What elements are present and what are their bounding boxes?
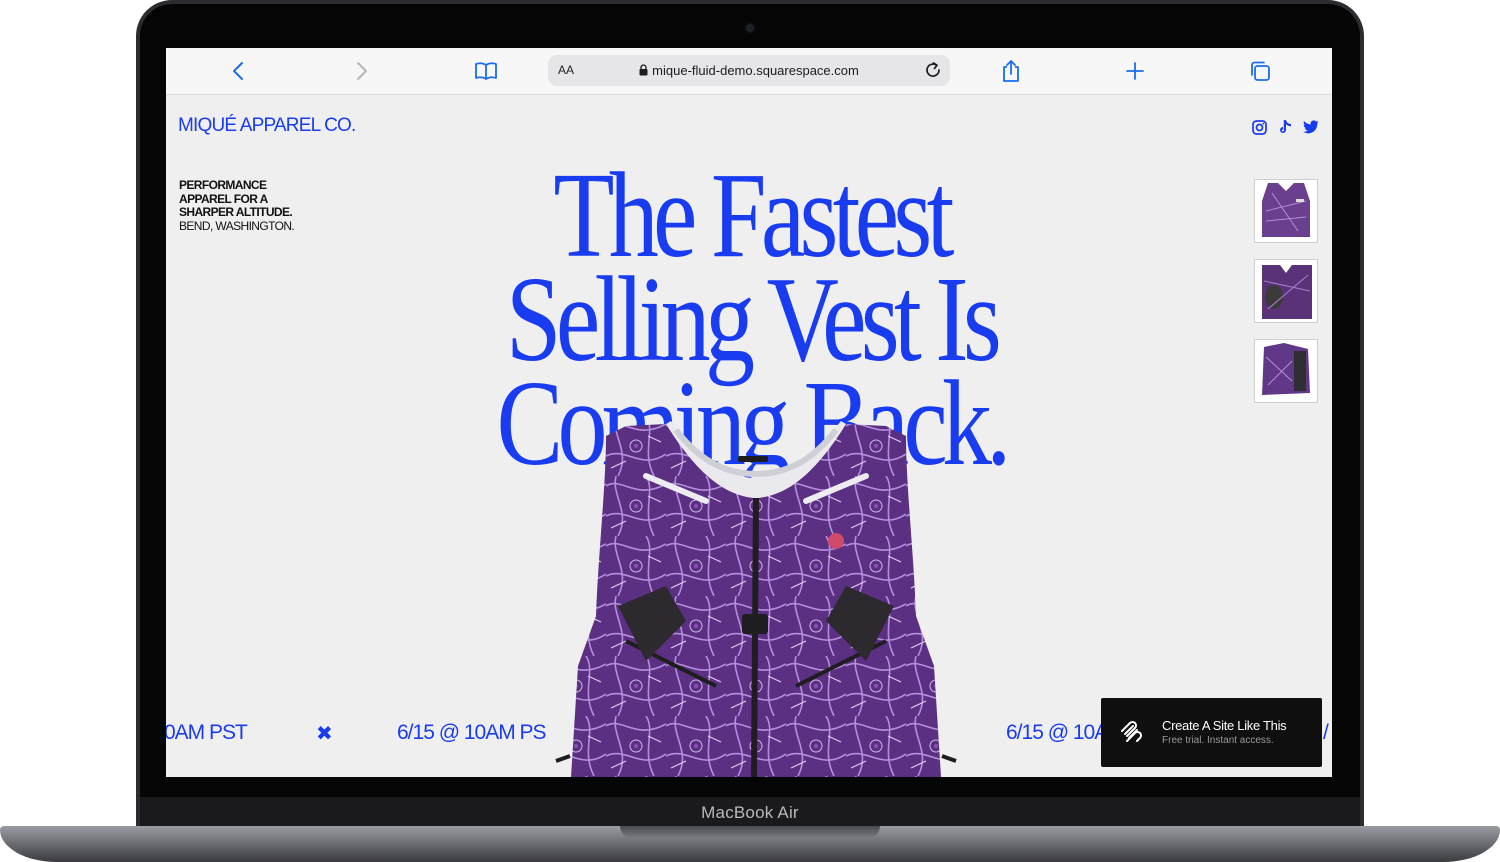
vest-thumbnail-image <box>1262 183 1310 237</box>
url-text: mique-fluid-demo.squarespace.com <box>652 63 859 78</box>
social-links <box>1250 118 1320 136</box>
ticker-item: 6/15 @ 10A <box>1006 721 1108 744</box>
squarespace-promo-banner[interactable]: Create A Site Like This Free trial. Inst… <box>1101 698 1322 767</box>
book-icon[interactable] <box>473 58 499 84</box>
vest-thumbnail-image <box>1262 343 1310 395</box>
plus-icon[interactable] <box>1122 58 1148 84</box>
chevron-right-icon[interactable] <box>349 58 375 84</box>
thumbnail-front[interactable] <box>1254 179 1318 243</box>
browser-toolbar: AA mique-fluid-demo.squarespace.com <box>166 48 1332 95</box>
instagram-icon[interactable] <box>1250 118 1268 136</box>
device-brand-label: MacBook Air <box>701 803 799 822</box>
webcam <box>746 24 754 32</box>
address-bar[interactable]: AA mique-fluid-demo.squarespace.com <box>548 55 950 86</box>
vest-thumbnail-image <box>1262 265 1312 319</box>
ticker-item: 0AM PST <box>166 721 248 744</box>
promo-subtitle: Free trial. Instant access. <box>1162 735 1274 746</box>
lock-icon <box>639 64 648 79</box>
share-icon[interactable] <box>998 58 1024 84</box>
product-thumbnails <box>1254 179 1318 419</box>
reload-icon[interactable] <box>924 61 942 84</box>
thumbnail-back[interactable] <box>1254 259 1318 323</box>
ticker-item: / <box>1323 721 1329 744</box>
tabs-icon[interactable] <box>1247 58 1273 84</box>
screen: AA mique-fluid-demo.squarespace.com MIQU… <box>166 48 1332 777</box>
vest-product-image <box>546 416 966 777</box>
lid-notch <box>620 826 880 838</box>
site-logo[interactable]: MIQUÉ APPAREL CO. <box>178 115 356 137</box>
ticker-separator: ✖ <box>316 723 333 745</box>
ticker-item: 6/15 @ 10AM PS <box>397 721 547 744</box>
promo-title: Create A Site Like This <box>1162 718 1287 733</box>
squarespace-logo-icon <box>1119 720 1143 749</box>
thumbnail-side[interactable] <box>1254 339 1318 403</box>
twitter-icon[interactable] <box>1302 118 1320 136</box>
tiktok-icon[interactable] <box>1276 118 1294 136</box>
chevron-left-icon[interactable] <box>225 58 251 84</box>
